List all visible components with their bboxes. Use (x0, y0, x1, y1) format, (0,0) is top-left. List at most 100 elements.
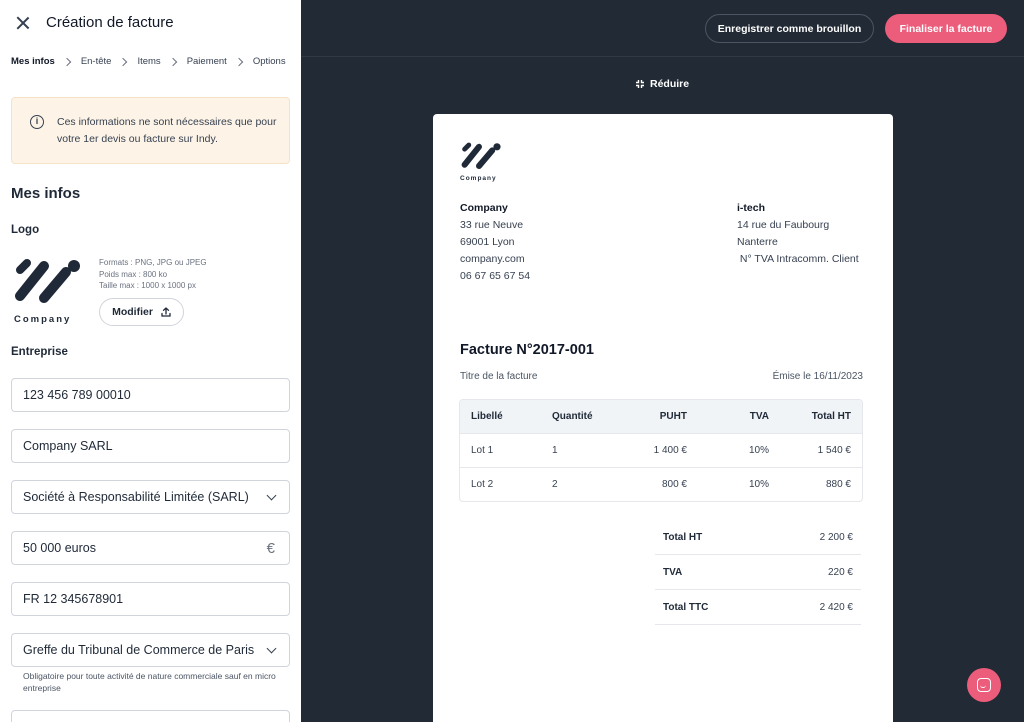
client-vat: N° TVA Intracomm. Client (737, 253, 859, 265)
format-line: Taille max : 1000 x 1000 px (99, 281, 196, 290)
chevron-down-icon (266, 490, 277, 501)
total-row: Total HT 2 200 € (655, 520, 861, 555)
registry-value: Greffe du Tribunal de Commerce de Paris (23, 643, 255, 657)
invoice-logo-caption: Company (460, 175, 497, 182)
total-value: 220 € (827, 567, 853, 578)
vat-number-value: FR 12 345678901 (23, 592, 124, 606)
invoice-issued-date: Émise le 16/11/2023 (772, 371, 863, 382)
table-cell: 1 540 € (817, 445, 851, 456)
invoice-form-panel: Création de facture Mes infos En-tête It… (0, 0, 301, 722)
company-name-field[interactable]: Company SARL (11, 429, 290, 463)
table-cell: 10% (748, 479, 769, 490)
chat-icon (977, 678, 991, 692)
column-header: Total HT (811, 411, 851, 422)
registry-select[interactable]: Greffe du Tribunal de Commerce de Paris (11, 633, 290, 667)
breadcrumb-item-mes-infos[interactable]: Mes infos (11, 56, 55, 67)
chevron-right-icon (234, 57, 244, 66)
close-icon[interactable] (14, 14, 32, 32)
finalize-invoice-button[interactable]: Finaliser la facture (885, 14, 1007, 43)
invoice-preview: Company Company 33 rue Neuve 69001 Lyon … (433, 114, 893, 722)
total-row: Total TTC 2 420 € (655, 590, 861, 625)
column-header: TVA (749, 411, 769, 422)
invoice-subtitle: Titre de la facture (460, 371, 538, 382)
upload-icon (161, 307, 171, 317)
table-cell: 2 (552, 479, 558, 490)
total-label: Total HT (663, 532, 703, 543)
invoice-items-table: Libellé Quantité PUHT TVA Total HT Lot 1… (459, 399, 863, 502)
table-header-row: Libellé Quantité PUHT TVA Total HT (460, 400, 862, 433)
registry-help-text: Obligatoire pour toute activité de natur… (23, 671, 276, 693)
chevron-right-icon (62, 57, 72, 66)
breadcrumb: Mes infos En-tête Items Paiement Options (11, 56, 286, 67)
legal-form-select[interactable]: Société à Responsabilité Limitée (SARL) (11, 480, 290, 514)
column-header: Libellé (471, 411, 503, 422)
save-draft-button[interactable]: Enregistrer comme brouillon (705, 14, 874, 43)
info-icon: i (30, 115, 44, 129)
table-cell: 800 € (661, 479, 687, 490)
sender-web: company.com (460, 253, 525, 265)
client-city: Nanterre (737, 236, 778, 248)
legal-form-value: Société à Responsabilité Limitée (SARL) (23, 490, 249, 504)
column-header: PUHT (659, 411, 687, 422)
total-value: 2 200 € (819, 532, 853, 543)
preview-area: Enregistrer comme brouillon Finaliser la… (301, 0, 1024, 722)
table-cell: 10% (748, 445, 769, 456)
section-title: Mes infos (11, 185, 81, 202)
chevron-right-icon (119, 57, 128, 66)
chevron-down-icon (266, 643, 277, 654)
siret-value: 123 456 789 00010 (23, 388, 131, 402)
column-header: Quantité (552, 411, 593, 422)
logo-format-info: Formats : PNG, JPG ou JPEG Poids max : 8… (99, 257, 207, 292)
table-row: Lot 1 1 1 400 € 10% 1 540 € (460, 433, 862, 467)
top-toolbar: Enregistrer comme brouillon Finaliser la… (301, 0, 1024, 57)
modify-label: Modifier (112, 306, 153, 318)
capital-field[interactable]: 50 000 euros € (11, 531, 290, 565)
collapse-icon (636, 80, 644, 88)
sender-address: Company 33 rue Neuve 69001 Lyon company.… (460, 200, 530, 285)
total-value: 2 420 € (819, 602, 853, 613)
total-row: TVA 220 € (655, 555, 861, 590)
sender-name: Company (460, 202, 508, 214)
table-cell: 1 400 € (653, 445, 687, 456)
euro-icon: € (266, 540, 275, 557)
table-row: Lot 2 2 800 € 10% 880 € (460, 467, 862, 501)
total-label: TVA (663, 567, 683, 578)
panel-header: Création de facture (0, 0, 301, 46)
breadcrumb-item-items[interactable]: Items (137, 56, 160, 67)
company-name-value: Company SARL (23, 439, 113, 453)
client-street: 14 rue du Faubourg (737, 219, 830, 231)
invoice-totals: Total HT 2 200 € TVA 220 € Total TTC 2 4… (655, 520, 861, 625)
reduce-button[interactable]: Réduire (635, 78, 689, 90)
company-logo: Company (14, 258, 84, 328)
reduce-label: Réduire (650, 78, 690, 90)
logo-mark-icon (15, 259, 80, 303)
breadcrumb-item-options[interactable]: Options (253, 56, 286, 67)
table-cell: Lot 1 (471, 445, 494, 456)
format-line: Poids max : 800 ko (99, 269, 168, 279)
total-label: Total TTC (663, 602, 709, 613)
chevron-right-icon (168, 57, 177, 66)
company-label: Entreprise (11, 346, 68, 358)
info-text: Ces informations ne sont nécessaires que… (57, 116, 277, 145)
capital-value: 50 000 euros (23, 541, 96, 555)
client-address: i-tech 14 rue du Faubourg Nanterre N° TV… (737, 200, 859, 268)
breadcrumb-item-en-tete[interactable]: En-tête (81, 56, 112, 67)
sender-phone: 06 67 65 67 54 (460, 270, 531, 282)
logo-caption: Company (14, 314, 72, 325)
siret-field[interactable]: 123 456 789 00010 (11, 378, 290, 412)
client-name: i-tech (737, 202, 766, 214)
format-line: Formats : PNG, JPG ou JPEG (99, 258, 207, 267)
vat-number-field[interactable]: FR 12 345678901 (11, 582, 290, 616)
panel-title: Création de facture (46, 14, 174, 31)
table-cell: 1 (552, 445, 558, 456)
invoice-title: Facture N°2017-001 (460, 342, 594, 358)
breadcrumb-item-paiement[interactable]: Paiement (187, 56, 227, 67)
modify-logo-button[interactable]: Modifier (99, 298, 184, 326)
logo-label: Logo (11, 224, 40, 236)
sender-city: 69001 Lyon (460, 236, 515, 248)
chat-support-button[interactable] (967, 668, 1001, 702)
table-cell: Lot 2 (471, 479, 494, 490)
next-field[interactable] (11, 710, 290, 722)
table-cell: 880 € (825, 479, 851, 490)
info-notice: i Ces informations ne sont nécessaires q… (11, 97, 290, 164)
